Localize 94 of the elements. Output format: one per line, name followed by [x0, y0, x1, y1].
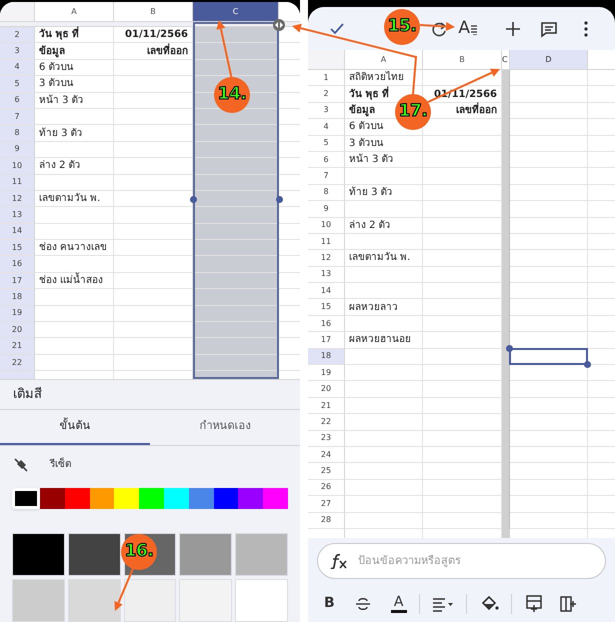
row-number[interactable]: 14: [308, 283, 345, 300]
color-swatch[interactable]: [124, 579, 176, 622]
text-color-button[interactable]: A: [390, 590, 407, 617]
color-swatch[interactable]: [64, 488, 90, 509]
column-header[interactable]: C: [502, 50, 510, 69]
color-swatch[interactable]: [139, 488, 164, 509]
row-number[interactable]: 11: [308, 234, 345, 250]
row-number[interactable]: 27: [308, 496, 345, 513]
row-number[interactable]: 23: [308, 430, 345, 447]
row-number[interactable]: 15: [0, 240, 35, 256]
row-number[interactable]: 10: [308, 218, 345, 234]
row-number[interactable]: 19: [0, 306, 35, 322]
row-number[interactable]: 3: [0, 43, 35, 60]
row-number[interactable]: 18: [0, 289, 35, 306]
arrow: [114, 566, 135, 611]
row-number[interactable]: 10: [0, 158, 35, 175]
row-number[interactable]: 6: [0, 92, 35, 109]
color-swatch[interactable]: [68, 533, 121, 576]
color-swatch[interactable]: [238, 488, 264, 509]
tab[interactable]: ขั้นต้น: [0, 410, 150, 445]
column-selection-outline[interactable]: [193, 22, 279, 380]
arrow: [420, 22, 455, 31]
text-format-button[interactable]: A: [455, 14, 480, 44]
color-swatch[interactable]: [68, 579, 121, 622]
row-number[interactable]: 16: [0, 256, 35, 273]
row-number[interactable]: 2: [308, 86, 345, 103]
row-number[interactable]: 17: [308, 332, 345, 349]
row-number[interactable]: 15: [308, 299, 345, 316]
table-cell: [279, 92, 300, 109]
row-number[interactable]: 1: [308, 70, 345, 86]
color-bar-icon: [390, 608, 407, 613]
row-number[interactable]: 5: [0, 76, 35, 93]
color-swatch[interactable]: [263, 488, 288, 509]
table-cell: [279, 306, 300, 322]
color-swatch[interactable]: [164, 488, 189, 509]
corner-cell[interactable]: [0, 2, 35, 21]
selection-handle[interactable]: [584, 361, 591, 368]
row-number[interactable]: 21: [0, 338, 35, 355]
table-cell: [588, 348, 615, 366]
column-header[interactable]: D: [510, 50, 588, 69]
row-number[interactable]: 2: [0, 27, 35, 44]
row-number[interactable]: 25: [308, 463, 345, 480]
row-number[interactable]: 28: [308, 512, 345, 529]
row-number[interactable]: 26: [308, 480, 345, 496]
row-number[interactable]: 8: [0, 125, 35, 142]
row-number[interactable]: 4: [0, 60, 35, 76]
color-swatch[interactable]: [12, 579, 65, 622]
row-number[interactable]: 11: [0, 174, 35, 191]
row-number[interactable]: 12: [0, 190, 35, 208]
row-number[interactable]: 18: [308, 348, 345, 366]
row-number[interactable]: 6: [308, 152, 345, 168]
formula-field[interactable]: ป้อนข้อความหรือสูตร: [317, 542, 606, 579]
table-cell: [279, 174, 300, 191]
row-number[interactable]: 22: [308, 414, 345, 431]
fill-off-icon: [14, 458, 28, 472]
row-number[interactable]: 24: [308, 446, 345, 464]
tab[interactable]: กำหนดเอง: [150, 410, 300, 445]
row-number[interactable]: 21: [308, 398, 345, 414]
lines-icon: [471, 22, 478, 34]
row-number[interactable]: 20: [0, 322, 35, 338]
table-cell: [279, 142, 300, 158]
color-swatch[interactable]: [214, 488, 238, 509]
row-number[interactable]: 16: [308, 316, 345, 332]
row-number[interactable]: 5: [308, 136, 345, 152]
row-number[interactable]: 14: [0, 224, 35, 240]
column-header[interactable]: C: [193, 2, 279, 21]
color-swatch[interactable]: [235, 533, 288, 576]
color-swatch[interactable]: [179, 533, 232, 576]
table-cell: [279, 224, 300, 240]
corner-cell[interactable]: [308, 50, 345, 69]
bold-button[interactable]: B: [322, 590, 337, 617]
color-swatch[interactable]: [188, 488, 214, 509]
color-swatch[interactable]: [40, 488, 65, 509]
panel-title: เติมสี: [13, 386, 42, 404]
row-number[interactable]: 8: [308, 184, 345, 202]
color-swatch[interactable]: [235, 579, 288, 622]
color-swatch[interactable]: [12, 533, 65, 576]
color-swatch[interactable]: [90, 488, 114, 509]
function-icon: [329, 552, 347, 569]
row-number[interactable]: 12: [308, 250, 345, 267]
row-number[interactable]: 9: [0, 142, 35, 158]
row-number[interactable]: 19: [308, 365, 345, 382]
row-number[interactable]: 13: [0, 207, 35, 224]
row-number[interactable]: 22: [0, 354, 35, 372]
row-number[interactable]: 13: [308, 266, 345, 284]
reset-button[interactable]: รีเซ็ต: [0, 452, 300, 478]
row-number[interactable]: 3: [308, 102, 345, 120]
row-number[interactable]: 4: [308, 119, 345, 136]
row-number[interactable]: 7: [0, 108, 35, 126]
row-number[interactable]: 7: [308, 168, 345, 185]
row-number[interactable]: 20: [308, 381, 345, 398]
color-swatch[interactable]: [114, 488, 140, 509]
row-number[interactable]: 17: [0, 272, 35, 290]
row-number[interactable]: 9: [308, 201, 345, 218]
